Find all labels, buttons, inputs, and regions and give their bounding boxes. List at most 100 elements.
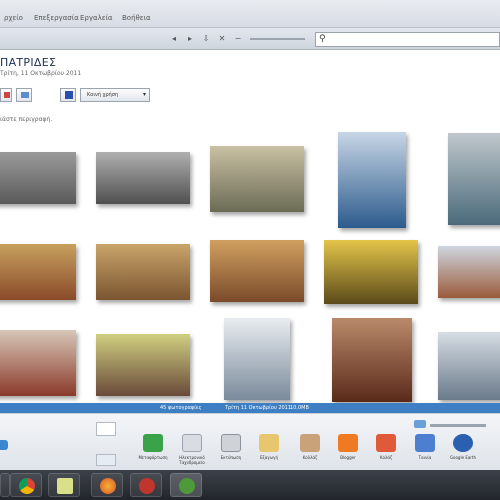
share-button[interactable]: Κοινή χρήση ▾	[80, 88, 150, 102]
photo-11	[0, 330, 76, 396]
photo-thumbnail[interactable]	[0, 330, 76, 396]
taskbar-app-firefox[interactable]	[91, 473, 123, 497]
photo-thumbnail[interactable]	[338, 132, 406, 228]
movie-button[interactable]: Ταινία	[408, 434, 442, 460]
collage-button[interactable]: Κολλάζ	[293, 434, 327, 460]
sticky-notes-icon	[57, 478, 73, 494]
bottom-action-tray: Μεταφόρτωση Ηλεκτρονικό Ταχυδρομείο Εκτύ…	[0, 413, 500, 470]
zoom-out-icon[interactable]: −	[234, 35, 242, 43]
menu-edit[interactable]: Επεξεργασία	[34, 14, 79, 22]
google-earth-label: Google Earth	[449, 455, 477, 460]
email-button[interactable]: Ηλεκτρονικό Ταχυδρομείο	[175, 434, 209, 465]
view-button[interactable]	[16, 88, 32, 102]
photo-12	[96, 334, 190, 396]
upload-label: Μεταφόρτωση	[138, 455, 168, 460]
photo-thumbnail[interactable]	[438, 246, 500, 298]
search-input[interactable]: ⚲	[315, 32, 500, 47]
os-taskbar	[0, 470, 500, 500]
status-size: 10,0MB	[290, 405, 309, 411]
menu-file[interactable]: ρχείο	[4, 14, 23, 22]
printer-icon	[221, 434, 241, 452]
blogger-icon	[338, 434, 358, 452]
photo-thumbnail[interactable]	[324, 240, 418, 304]
album-title: ΠΑΤΡΙΔΕΣ	[0, 56, 57, 69]
photo-9	[324, 240, 418, 304]
firefox-icon	[100, 478, 116, 494]
photo-4	[338, 132, 406, 228]
photo-14	[332, 318, 412, 402]
photo-13	[224, 318, 290, 400]
playback-toolbar: ◂ ▸ ⇩ ✕ − ⚲	[0, 28, 500, 50]
menu-bar: ρχείο Επεξεργασία Εργαλεία Βοήθεια	[0, 0, 500, 28]
photo-1	[0, 152, 76, 204]
google-earth-button[interactable]: Google Earth	[446, 434, 480, 460]
photo-5	[448, 133, 500, 225]
photo-thumbnail[interactable]	[224, 318, 290, 400]
play-icon[interactable]: ▸	[186, 35, 194, 43]
album-date: Τρίτη, 11 Οκτωβρίου 2011	[0, 70, 82, 77]
menu-tools[interactable]: Εργαλεία	[80, 14, 113, 22]
photo-thumbnail[interactable]	[96, 334, 190, 396]
taskbar-app-chrome[interactable]	[10, 473, 42, 497]
photo-thumbnail[interactable]	[96, 152, 190, 204]
globe-icon	[453, 434, 473, 452]
picture-button[interactable]: Κολάζ	[369, 434, 403, 460]
chrome-icon	[19, 478, 35, 494]
photo-app-icon	[179, 478, 195, 494]
status-date: Τρίτη 11 Οκτωβρίου 2011	[225, 405, 292, 411]
rotate-button[interactable]	[96, 422, 116, 436]
tray-toggle-button[interactable]	[96, 454, 116, 466]
picture-label: Κολάζ	[379, 455, 393, 460]
upload-arrow-icon	[143, 434, 163, 452]
delete-icon[interactable]: ✕	[218, 35, 226, 43]
photo-thumbnail[interactable]	[438, 332, 500, 400]
upload-button[interactable]: Μεταφόρτωση	[136, 434, 170, 460]
taskbar-app-partial[interactable]	[0, 473, 10, 497]
media-app-icon	[139, 478, 155, 494]
photo-thumbnail[interactable]	[0, 244, 76, 300]
album-action-bar: Κοινή χρήση ▾	[0, 86, 200, 104]
photo-10	[438, 246, 500, 298]
print-label: Εκτύπωση	[220, 455, 242, 460]
movie-icon	[415, 434, 435, 452]
print-button[interactable]: Εκτύπωση	[214, 434, 248, 460]
blogger-button[interactable]: Blogger	[331, 434, 365, 460]
photo-thumbnail[interactable]	[332, 318, 412, 402]
thumbnail-size-slider[interactable]	[430, 424, 486, 427]
photo-thumbnail[interactable]	[96, 244, 190, 300]
share-label: Κοινή χρήση	[87, 92, 119, 98]
save-button[interactable]	[60, 88, 76, 102]
picture-icon	[376, 434, 396, 452]
blogger-label: Blogger	[340, 455, 356, 460]
export-button[interactable]: Εξαγωγή	[252, 434, 286, 460]
rewind-icon[interactable]: ◂	[170, 35, 178, 43]
download-icon[interactable]: ⇩	[202, 35, 210, 43]
photo-thumbnail[interactable]	[210, 240, 304, 302]
tray-handle[interactable]	[0, 440, 8, 450]
photo-thumbnail[interactable]	[210, 146, 304, 212]
taskbar-app-red[interactable]	[130, 473, 162, 497]
zoom-slider[interactable]	[250, 38, 305, 40]
save-icon	[65, 91, 73, 99]
status-photo-count: 45 φωτογραφίες	[160, 405, 202, 411]
email-label: Ηλεκτρονικό Ταχυδρομείο	[179, 455, 205, 465]
search-icon: ⚲	[319, 34, 326, 44]
email-icon	[182, 434, 202, 452]
collage-icon	[300, 434, 320, 452]
menu-help[interactable]: Βοήθεια	[122, 14, 151, 22]
photo-2	[96, 152, 190, 204]
photo-thumbnail[interactable]	[0, 152, 76, 204]
photo-gallery-window: ρχείο Επεξεργασία Εργαλεία Βοήθεια ◂ ▸ ⇩…	[0, 0, 500, 470]
album-description[interactable]: ιάστε περιγραφή.	[0, 116, 52, 123]
photo-thumbnail[interactable]	[448, 133, 500, 225]
dropdown-arrow-icon: ▾	[142, 91, 146, 98]
photo-7	[96, 244, 190, 300]
photo-3	[210, 146, 304, 212]
taskbar-app-picasa[interactable]	[170, 473, 202, 497]
photo-8	[210, 240, 304, 302]
taskbar-app-notes[interactable]	[48, 473, 80, 497]
status-bar: 45 φωτογραφίες Τρίτη 11 Οκτωβρίου 2011 1…	[0, 403, 500, 413]
view-icon	[21, 92, 29, 98]
photo-6	[0, 244, 76, 300]
slideshow-button[interactable]	[0, 88, 12, 102]
